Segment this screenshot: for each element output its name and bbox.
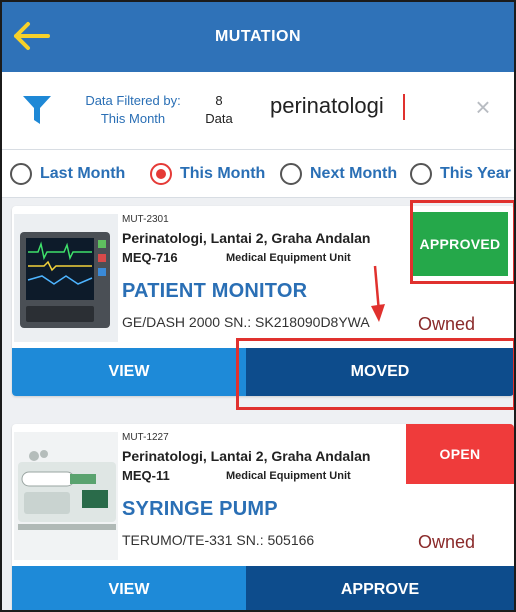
period-selector: Last Month This Month Next Month This Ye… [2,150,514,198]
radio-circle [410,163,432,185]
data-count-unit: Data [205,111,233,126]
location: Perinatologi, Lantai 2, Graha Andalan [122,448,371,464]
moved-button[interactable]: MOVED [246,348,514,396]
equipment-name: SYRINGE PUMP [122,498,278,520]
ownership-status: Owned [418,314,476,334]
model-serial: GE/DASH 2000 SN.: SK218090D8YWA [122,314,370,330]
radio-circle [10,163,32,185]
equipment-code: MEQ-11 [122,468,170,483]
location: Perinatologi, Lantai 2, Graha Andalan [122,230,371,246]
radio-label: Last Month [40,165,126,182]
filter-summary-period: This Month [100,111,166,126]
filter-bar: Data Filtered by: This Month 8 Data × [2,72,514,150]
filter-summary: Data Filtered by: This Month [78,92,188,128]
unit-name: Medical Equipment Unit [226,252,351,264]
app-frame: MUTATION Data Filtered by: This Month 8 … [0,0,516,612]
search-input[interactable] [270,88,450,124]
mutation-code: MUT-2301 [122,214,169,225]
filter-icon[interactable] [22,94,52,126]
page-title: MUTATION [214,28,302,45]
equipment-code: MEQ-716 [122,250,178,265]
unit-name: Medical Equipment Unit [226,470,351,482]
syringe-pump-image [14,432,118,560]
card-actions: VIEW MOVED [12,348,514,396]
data-count-value: 8 [215,93,223,108]
radio-last-month[interactable]: Last Month [10,162,125,186]
mutation-card: MUT-1227 Perinatologi, Lantai 2, Graha A… [12,424,514,610]
patient-monitor-image [14,214,118,342]
filter-summary-title: Data Filtered by: [85,93,181,108]
radio-label: This Year [440,165,511,182]
card-actions: VIEW APPROVE [12,566,514,610]
approve-button[interactable]: APPROVE [246,566,514,610]
status-badge-open[interactable]: OPEN [406,424,514,484]
radio-circle [150,163,172,185]
radio-this-month[interactable]: This Month [150,162,265,186]
ownership-status: Owned [418,532,476,552]
app-header: MUTATION [2,2,514,72]
clear-search-icon[interactable]: × [470,94,496,120]
back-arrow-icon[interactable] [12,18,52,54]
radio-this-year[interactable]: This Year [410,162,511,186]
mutation-card: MUT-2301 Perinatologi, Lantai 2, Graha A… [12,206,514,396]
view-button[interactable]: VIEW [12,566,246,610]
view-button[interactable]: VIEW [12,348,246,396]
model-serial: TERUMO/TE-331 SN.: 505166 [122,532,315,548]
equipment-name: PATIENT MONITOR [122,280,308,302]
radio-label: This Month [180,165,266,182]
data-count: 8 Data [200,92,238,128]
radio-next-month[interactable]: Next Month [280,162,397,186]
radio-circle [280,163,302,185]
text-cursor [403,94,405,120]
status-badge-approved[interactable]: APPROVED [412,212,508,276]
radio-label: Next Month [310,165,398,182]
mutation-code: MUT-1227 [122,432,169,443]
